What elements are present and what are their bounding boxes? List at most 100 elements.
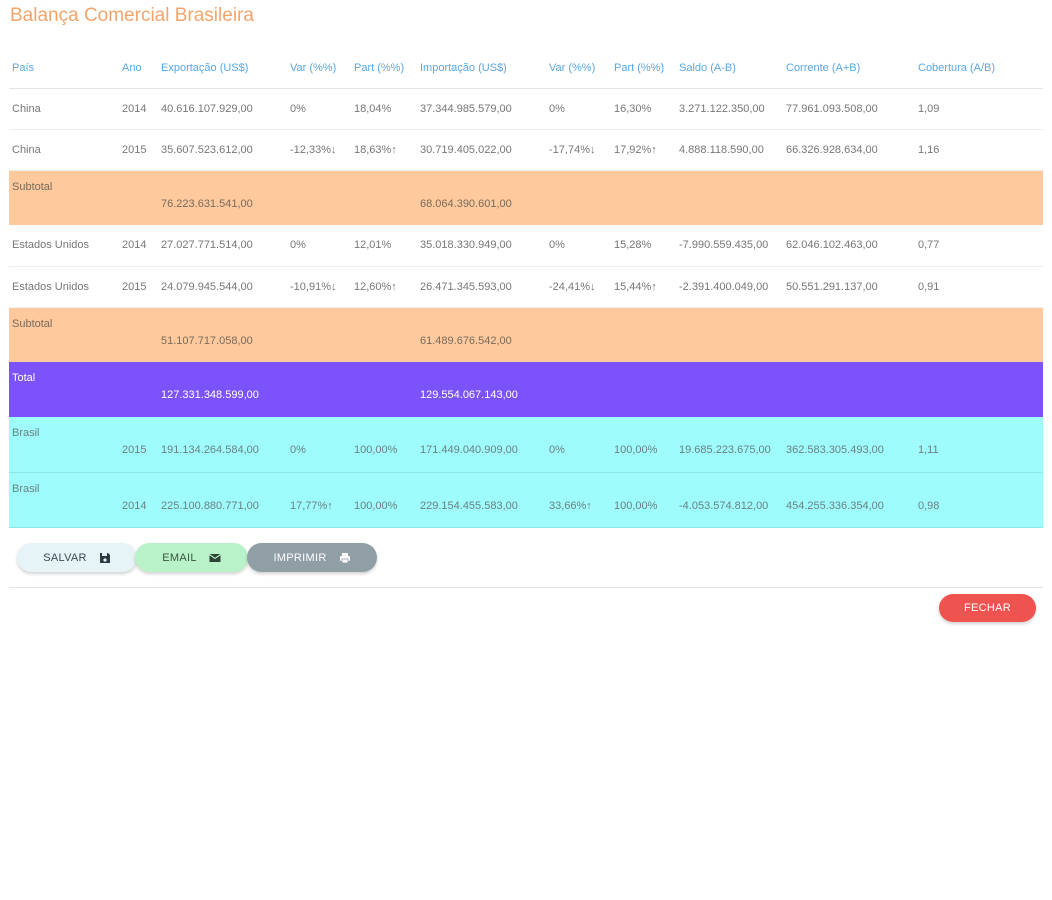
col-header-var-exp[interactable]: Var (%%) bbox=[287, 48, 351, 89]
cell-var-imp bbox=[546, 307, 611, 362]
cell-exportacao: 35.607.523.612,00 bbox=[158, 129, 287, 171]
cell-cobertura: 1,09 bbox=[915, 88, 1043, 130]
footer-divider bbox=[9, 587, 1043, 588]
cell-var-imp: 0% bbox=[546, 417, 611, 473]
cell-exportacao: 51.107.717.058,00 bbox=[161, 334, 253, 347]
cell-corrente: 362.583.305.493,00 bbox=[783, 417, 915, 473]
printer-icon bbox=[339, 552, 351, 564]
floppy-icon bbox=[99, 552, 111, 564]
cell-var-exp bbox=[287, 170, 351, 225]
cell-var-exp: -12,33%↓ bbox=[287, 129, 351, 171]
col-header-pais[interactable]: País bbox=[9, 48, 119, 89]
cell-part-exp: 100,00% bbox=[351, 417, 417, 473]
cell-importacao: 26.471.345.593,00 bbox=[417, 266, 546, 308]
cell-var-exp bbox=[287, 362, 351, 417]
cell-pais: Estados Unidos bbox=[9, 266, 119, 308]
col-header-part-exp[interactable]: Part (%%) bbox=[351, 48, 417, 89]
print-button[interactable]: IMPRIMIR bbox=[247, 543, 377, 572]
cell-importacao: 35.018.330.949,00 bbox=[417, 225, 546, 267]
page-title: Balança Comercial Brasileira bbox=[10, 5, 254, 26]
cell-saldo bbox=[676, 307, 783, 362]
cell-pais: Total bbox=[12, 372, 36, 384]
cell-var-exp: 17,77%↑ bbox=[287, 472, 351, 528]
table-row: Estados Unidos 2015 24.079.945.544,00 -10,9… bbox=[9, 266, 1043, 308]
cell-part-exp: 100,00% bbox=[351, 472, 417, 528]
cell-var-imp: 0% bbox=[546, 88, 611, 130]
cell-exportacao: 225.100.880.771,00 bbox=[158, 472, 287, 528]
email-button-label: EMAIL bbox=[162, 551, 197, 564]
cell-saldo: 19.685.223.675,00 bbox=[676, 417, 783, 473]
cell-part-imp: 15,44%↑ bbox=[611, 266, 676, 308]
cell-part-exp: 12,01% bbox=[351, 225, 417, 267]
subtotal-row: Subtotal 51.107.717.058,00 61.489.676.542,… bbox=[9, 307, 1043, 362]
print-button-label: IMPRIMIR bbox=[273, 551, 327, 564]
cell-corrente bbox=[783, 307, 915, 362]
cell-importacao: 68.064.390.601,00 bbox=[420, 197, 512, 210]
cell-part-exp: 18,04% bbox=[351, 88, 417, 130]
col-header-cobertura[interactable]: Cobertura (A/B) bbox=[915, 48, 1043, 89]
col-header-part-imp[interactable]: Part (%%) bbox=[611, 48, 676, 89]
cell-saldo: -7.990.559.435,00 bbox=[676, 225, 783, 267]
save-button-label: SALVAR bbox=[43, 551, 87, 564]
cell-var-exp bbox=[287, 307, 351, 362]
cell-var-exp: -10,91%↓ bbox=[287, 266, 351, 308]
cell-cobertura bbox=[915, 362, 1043, 417]
col-header-exportacao[interactable]: Exportação (US$) bbox=[158, 48, 287, 89]
cell-var-exp: 0% bbox=[287, 88, 351, 130]
save-button[interactable]: SALVAR bbox=[17, 543, 137, 572]
cell-corrente: 66.326.928.634,00 bbox=[783, 129, 915, 171]
cell-var-imp: 0% bbox=[546, 225, 611, 267]
cell-saldo: -2.391.400.049,00 bbox=[676, 266, 783, 308]
cell-cobertura bbox=[915, 307, 1043, 362]
cell-pais: China bbox=[9, 88, 119, 130]
cell-importacao: 129.554.067.143,00 bbox=[420, 389, 518, 401]
email-button[interactable]: EMAIL bbox=[135, 543, 248, 572]
brasil-row: Brasil 2014 225.100.880.771,00 17,77%↑ 100,0… bbox=[9, 472, 1043, 528]
cell-pais: Subtotal bbox=[12, 180, 53, 193]
col-header-ano[interactable]: Ano bbox=[119, 48, 158, 89]
cell-exportacao: 40.616.107.929,00 bbox=[158, 88, 287, 130]
cell-exportacao: 76.223.631.541,00 bbox=[161, 197, 253, 210]
cell-ano: 2015 bbox=[119, 266, 158, 308]
total-row: Total 127.331.348.599,00 129.554.067.143,0… bbox=[9, 362, 1043, 417]
cell-cobertura: 1,16 bbox=[915, 129, 1043, 171]
brasil-row: Brasil 2015 191.134.264.584,00 0% 100,00% 171… bbox=[9, 417, 1043, 473]
cell-ano: 2015 bbox=[119, 129, 158, 171]
cell-pais: China bbox=[9, 129, 119, 171]
col-header-var-imp[interactable]: Var (%%) bbox=[546, 48, 611, 89]
cell-var-imp: -17,74%↓ bbox=[546, 129, 611, 171]
trade-balance-table: País Ano Exportação (US$) Var (%%) Part … bbox=[9, 48, 1043, 528]
cell-part-exp: 12,60%↑ bbox=[351, 266, 417, 308]
cell-corrente bbox=[783, 170, 915, 225]
cell-saldo bbox=[676, 362, 783, 417]
close-button-label: FECHAR bbox=[963, 602, 1012, 614]
cell-saldo: 4.888.118.590,00 bbox=[676, 129, 783, 171]
cell-part-exp bbox=[351, 362, 417, 417]
col-header-corrente[interactable]: Corrente (A+B) bbox=[783, 48, 915, 89]
cell-cobertura: 0,77 bbox=[915, 225, 1043, 267]
cell-saldo: 3.271.122.350,00 bbox=[676, 88, 783, 130]
close-button[interactable]: FECHAR bbox=[939, 594, 1036, 622]
cell-var-exp: 0% bbox=[287, 417, 351, 473]
cell-part-exp bbox=[351, 170, 417, 225]
table-row: China 2014 40.616.107.929,00 0% 18,04% 37.344… bbox=[9, 88, 1043, 130]
cell-pais: Subtotal bbox=[12, 317, 53, 330]
cell-cobertura: 0,91 bbox=[915, 266, 1043, 308]
col-header-saldo[interactable]: Saldo (A-B) bbox=[676, 48, 783, 89]
table-body: China 2014 40.616.107.929,00 0% 18,04% 37.344… bbox=[9, 88, 1043, 528]
cell-part-exp bbox=[351, 307, 417, 362]
cell-ano: 2015 bbox=[119, 417, 158, 473]
cell-corrente: 62.046.102.463,00 bbox=[783, 225, 915, 267]
table-header-row: País Ano Exportação (US$) Var (%%) Part … bbox=[9, 48, 1043, 89]
cell-ano: 2014 bbox=[119, 88, 158, 130]
cell-ano bbox=[119, 307, 158, 362]
envelope-icon bbox=[208, 552, 221, 564]
cell-cobertura bbox=[915, 170, 1043, 225]
cell-exportacao: 27.027.771.514,00 bbox=[158, 225, 287, 267]
cell-corrente: 77.961.093.508,00 bbox=[783, 88, 915, 130]
cell-importacao: 30.719.405.022,00 bbox=[417, 129, 546, 171]
col-header-importacao[interactable]: Importação (US$) bbox=[417, 48, 546, 89]
cell-ano bbox=[119, 362, 158, 417]
cell-importacao: 61.489.676.542,00 bbox=[420, 334, 512, 347]
cell-ano: 2014 bbox=[119, 472, 158, 528]
